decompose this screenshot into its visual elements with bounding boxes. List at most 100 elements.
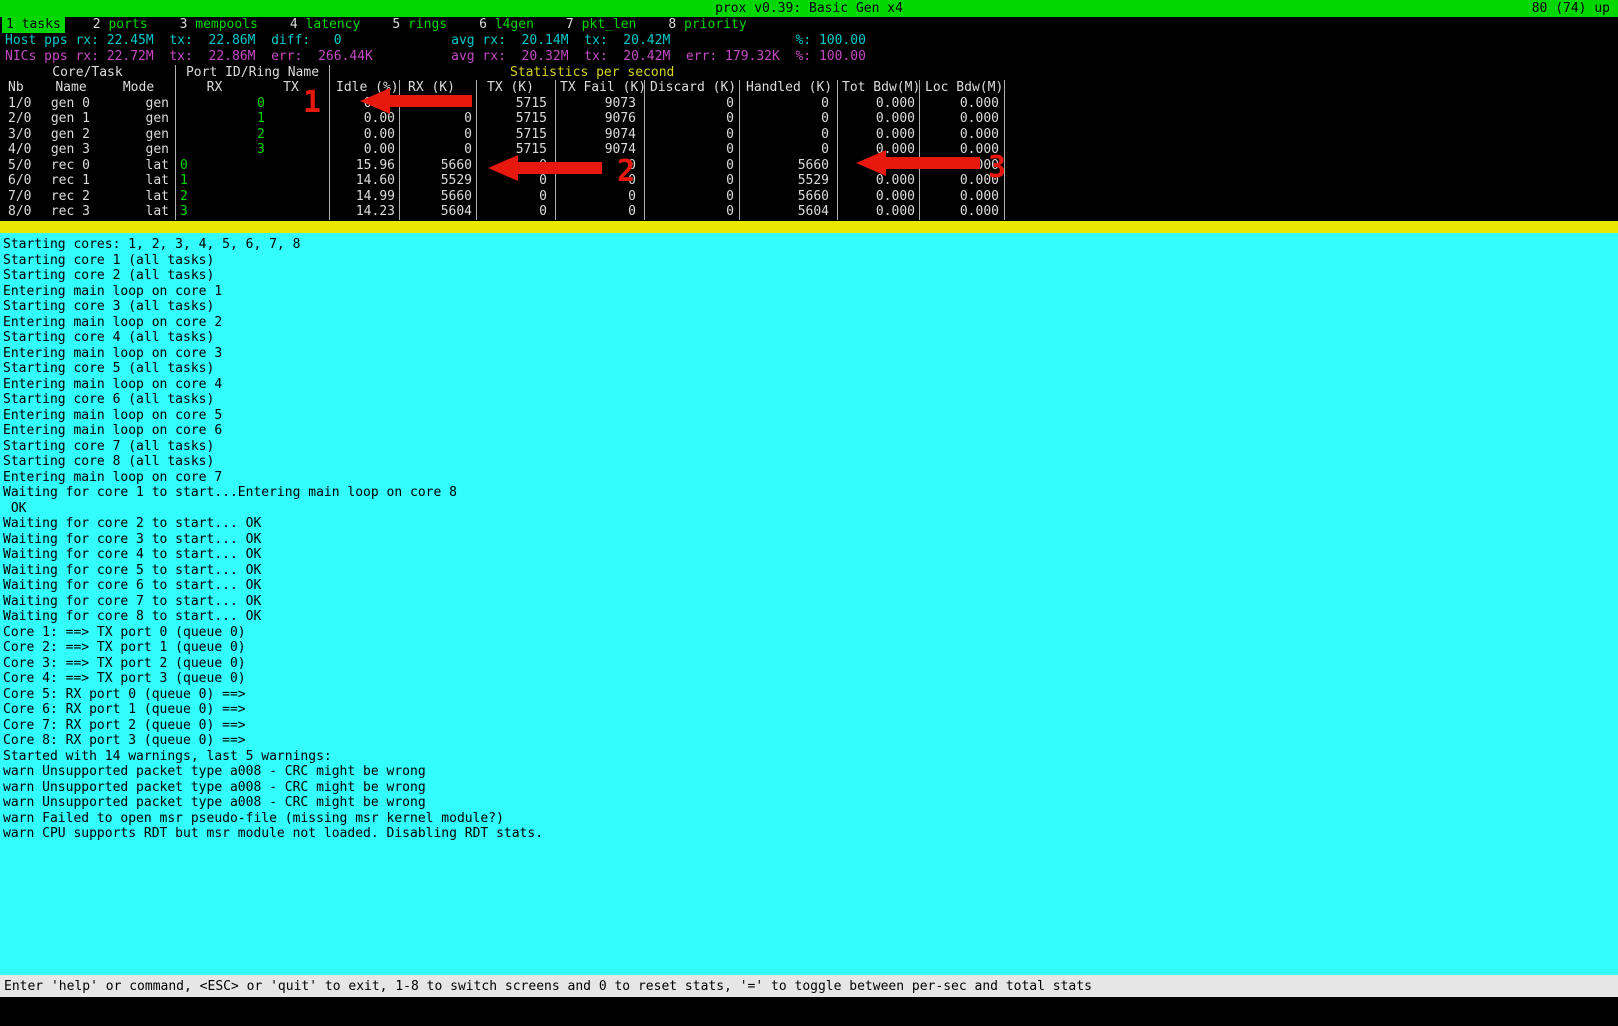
cell-tot_bdw: 0.000 [838,204,920,220]
table-group-header: Core/Task Port ID/Ring Name Statistics p… [0,65,1005,80]
yellow-separator [0,221,1618,233]
log-line: Starting core 6 (all tasks) [3,392,1618,408]
table-body: 1/0gen 0gen00.00057159073000.0000.0002/0… [0,96,1005,220]
cell-discard: 0 [645,111,740,127]
cell-rx_k: 0 [400,142,477,158]
cell-tx [253,204,330,220]
cell-rx [176,96,253,112]
tab-key: 4 [290,17,298,32]
log-line: Waiting for core 4 to start... OK [3,547,1618,563]
cell-idle: 15.96 [330,158,400,174]
cell-discard: 0 [645,142,740,158]
cell-loc_bdw: 0.000 [920,127,1005,143]
log-line: Core 7: RX port 2 (queue 0) ==> [3,718,1618,734]
cell-discard: 0 [645,173,740,189]
cell-tx_k: 5715 [477,142,556,158]
cell-tx_k: 0 [477,158,556,174]
cell-discard: 0 [645,96,740,112]
cell-loc_bdw: 0.000 [920,158,1005,174]
cell-rx_k: 0 [400,96,477,112]
tab-rings[interactable]: 5 rings [388,17,451,33]
table-row: 3/0gen 2gen20.00057159074000.0000.000 [0,127,1005,143]
cell-tx_k: 5715 [477,96,556,112]
group-header-port-ring: Port ID/Ring Name [176,65,330,80]
cell-handled: 5529 [740,173,838,189]
cell-tot_bdw: 0.000 [838,189,920,205]
cell-nb: 2/0 [0,111,40,127]
cell-handled: 0 [740,127,838,143]
tab-key: 2 [93,17,101,32]
stats-table: Core/Task Port ID/Ring Name Statistics p… [0,65,1005,220]
tab-label: l4gen [487,17,534,32]
tab-key: 1 [6,17,14,32]
col-header-loc-bdw-m: Loc Bdw(M) [920,80,1005,96]
tab-ports[interactable]: 2 ports [89,17,152,33]
col-header-tx-fail-k: TX Fail (K) [556,80,645,96]
cell-tx_fail: 0 [556,173,645,189]
cell-rx_k: 5529 [400,173,477,189]
log-line: warn Unsupported packet type a008 - CRC … [3,795,1618,811]
cell-tot_bdw: 0.000 [838,96,920,112]
log-line: Entering main loop on core 4 [3,377,1618,393]
cell-name: gen 1 [40,111,102,127]
tab-key: 6 [479,17,487,32]
tab-label: latency [298,17,361,32]
title-bar: prox v0.39: Basic Gen x4 80 (74) up [0,0,1618,17]
cell-tx: 3 [253,142,330,158]
cell-loc_bdw: 0.000 [920,189,1005,205]
tab-key: 7 [566,17,574,32]
log-line: warn Unsupported packet type a008 - CRC … [3,780,1618,796]
group-header-statistics: Statistics per second [330,65,1005,80]
tab-l4gen[interactable]: 6 l4gen [475,17,538,33]
col-header-discard-k: Discard (K) [645,80,740,96]
cell-mode: lat [102,173,176,189]
tab-label: rings [400,17,447,32]
cell-name: rec 2 [40,189,102,205]
tab-label: pkt_len [574,17,637,32]
cell-tx_k: 0 [477,204,556,220]
terminal-screen[interactable]: prox v0.39: Basic Gen x4 80 (74) up 1 ta… [0,0,1618,1026]
app-title: prox v0.39: Basic Gen x4 [715,1,903,17]
cell-mode: lat [102,204,176,220]
log-line: Waiting for core 3 to start... OK [3,532,1618,548]
cell-handled: 0 [740,142,838,158]
log-line: Starting core 5 (all tasks) [3,361,1618,377]
table-row: 5/0rec 0lat015.96566000056600.0000.000 [0,158,1005,174]
col-header-handled-k: Handled (K) [740,80,838,96]
table-row: 4/0gen 3gen30.00057159074000.0000.000 [0,142,1005,158]
tab-tasks[interactable]: 1 tasks [2,17,65,33]
cell-rx: 2 [176,189,253,205]
cell-name: gen 0 [40,96,102,112]
cell-tot_bdw: 0.000 [838,142,920,158]
log-line: Waiting for core 2 to start... OK [3,516,1618,532]
tab-pkt_len[interactable]: 7 pkt_len [562,17,640,33]
tab-priority[interactable]: 8 priority [664,17,750,33]
cell-tx_fail: 0 [556,204,645,220]
log-line: Waiting for core 8 to start... OK [3,609,1618,625]
cell-rx_k: 0 [400,127,477,143]
table-column-headers: NbNameModeRXTXIdle (%)RX (K)TX (K)TX Fai… [0,80,1005,96]
tab-bar: 1 tasks 2 ports 3 mempools 4 latency 5 rings… [0,17,1618,33]
cell-idle: 14.23 [330,204,400,220]
cell-mode: gen [102,111,176,127]
table-row: 1/0gen 0gen00.00057159073000.0000.000 [0,96,1005,112]
host-pps-line: Host pps rx: 22.45M tx: 22.86M diff: 0 a… [5,33,866,49]
cell-rx [176,142,253,158]
tab-label: priority [676,17,746,32]
command-prompt-bar[interactable]: Enter 'help' or command, <ESC> or 'quit'… [0,975,1618,997]
log-line: Entering main loop on core 6 [3,423,1618,439]
cell-handled: 5604 [740,204,838,220]
table-row: 8/0rec 3lat314.23560400056040.0000.000 [0,204,1005,220]
cell-mode: gen [102,96,176,112]
log-line: Waiting for core 5 to start... OK [3,563,1618,579]
cell-rx [176,127,253,143]
table-row: 2/0gen 1gen10.00057159076000.0000.000 [0,111,1005,127]
tab-mempools[interactable]: 3 mempools [176,17,262,33]
log-line: Waiting for core 1 to start...Entering m… [3,485,1618,501]
cell-name: rec 0 [40,158,102,174]
cell-tx: 1 [253,111,330,127]
cell-loc_bdw: 0.000 [920,204,1005,220]
tab-latency[interactable]: 4 latency [286,17,364,33]
cell-nb: 7/0 [0,189,40,205]
col-header-tx: TX [253,80,330,96]
